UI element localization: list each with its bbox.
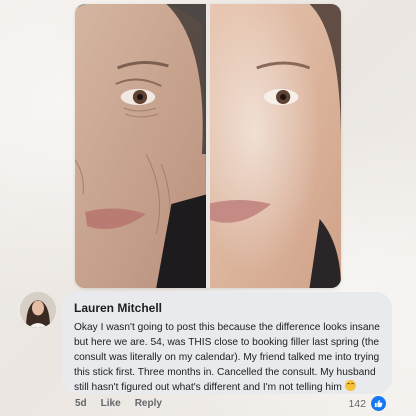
reaction-count: 142 xyxy=(348,397,366,410)
comment-timestamp[interactable]: 5d xyxy=(75,397,87,411)
thumbs-up-icon xyxy=(371,396,386,411)
laughing-emoji-icon xyxy=(344,380,356,391)
reaction-summary[interactable]: 142 xyxy=(348,396,386,411)
like-button[interactable]: Like xyxy=(101,397,121,411)
before-photo xyxy=(75,4,208,288)
comment-body: Okay I wasn't going to post this because… xyxy=(74,320,380,395)
avatar[interactable] xyxy=(20,292,56,328)
comment-actions: 5d Like Reply xyxy=(75,397,162,411)
before-after-photo[interactable] xyxy=(75,4,341,288)
reply-button[interactable]: Reply xyxy=(135,397,162,411)
comment-text: Okay I wasn't going to post this because… xyxy=(74,322,380,393)
photo-divider xyxy=(206,4,210,288)
after-photo xyxy=(208,4,341,288)
comment-author[interactable]: Lauren Mitchell xyxy=(74,300,380,316)
comment-bubble: Lauren Mitchell Okay I wasn't going to p… xyxy=(62,292,392,394)
